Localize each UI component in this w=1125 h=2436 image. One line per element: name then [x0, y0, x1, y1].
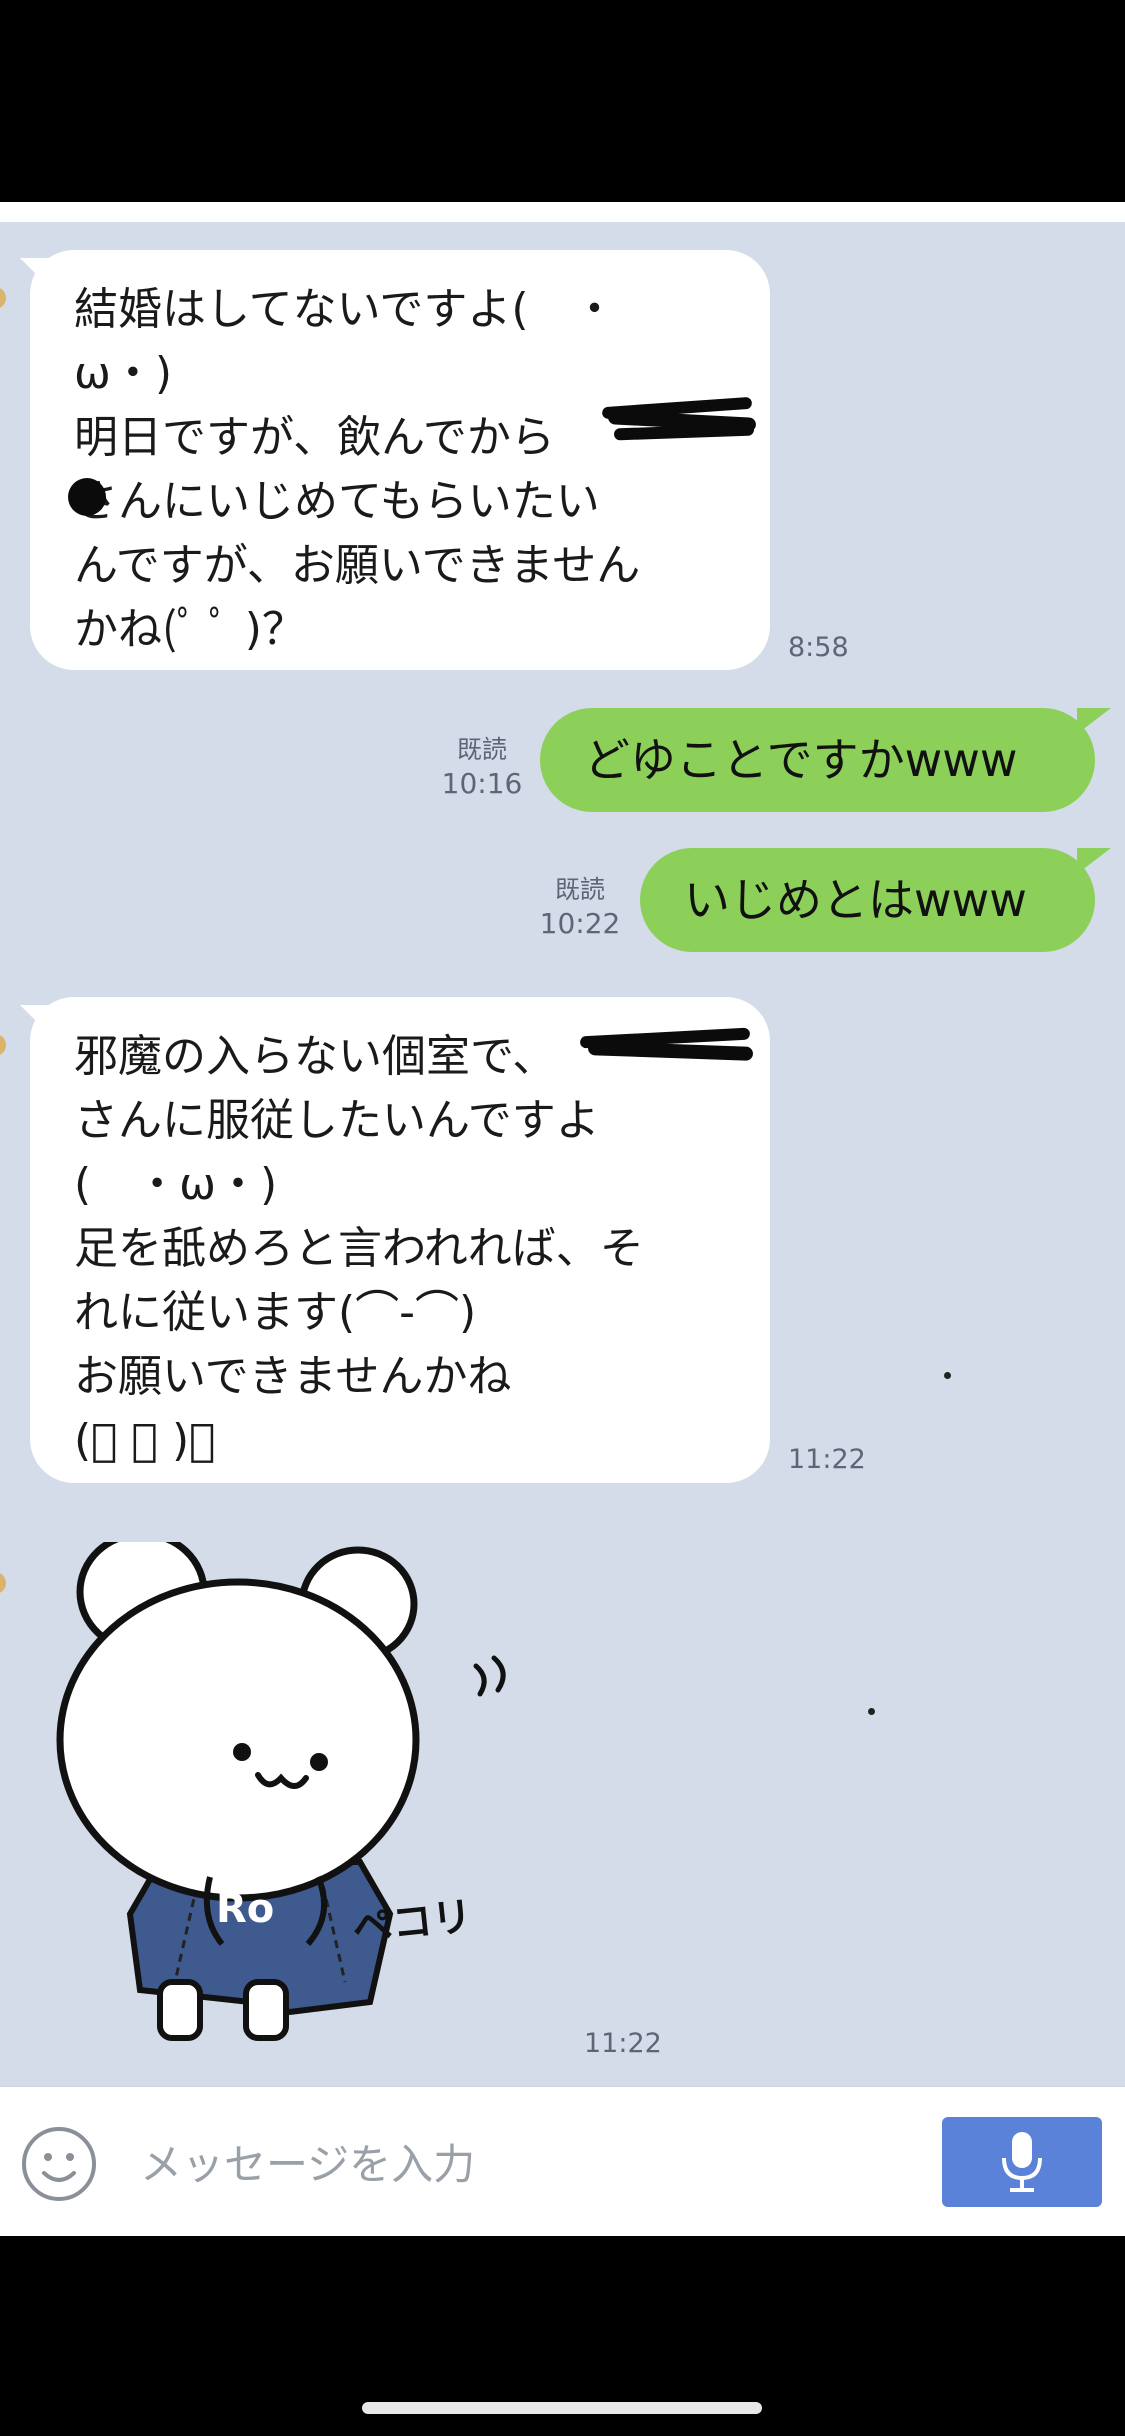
redaction-scribble — [64, 474, 110, 520]
smiley-face-icon[interactable] — [20, 2125, 98, 2203]
message-input[interactable]: メッセージを入力 — [140, 2131, 475, 2192]
voice-input-button[interactable] — [942, 2117, 1102, 2207]
message-bubble-incoming[interactable]: 邪魔の入らない個室で、 さんに服従したいんですよ ( ・ω・) 足を舐めろと言わ… — [20, 997, 770, 1483]
read-receipt: 既読 10:16 — [441, 735, 523, 800]
microphone-icon — [1002, 2132, 1042, 2192]
message-bubble-outgoing[interactable]: どゆことですかwww — [540, 708, 1111, 812]
sender-avatar[interactable] — [0, 1572, 6, 1594]
status-bar-area — [0, 0, 1125, 202]
home-indicator[interactable] — [362, 2402, 762, 2414]
message-time: 8:58 — [788, 632, 849, 663]
message-time: 11:22 — [584, 2028, 662, 2059]
dust-speck — [944, 1372, 951, 1379]
message-bubble-outgoing[interactable]: いじめとはwww — [640, 848, 1111, 952]
header-strip — [0, 202, 1125, 222]
read-receipt: 既読 10:22 — [539, 875, 621, 940]
sender-avatar[interactable] — [0, 287, 6, 309]
chat-area[interactable]: 結婚はしてないですよ( ・ ω・) 明日ですが、飲んでから さんにいじめてもらい… — [0, 222, 1125, 2086]
message-input-bar: メッセージを入力 — [0, 2086, 1125, 2237]
message-time: 11:22 — [788, 1444, 866, 1475]
redaction-scribble — [579, 1027, 760, 1068]
sticker-label: Ro — [216, 1886, 274, 1932]
dust-speck — [868, 1708, 875, 1715]
sender-avatar[interactable] — [0, 1034, 6, 1056]
bear-sticker[interactable]: Ro ペコリ — [50, 1530, 550, 2082]
redaction-scribble — [601, 396, 762, 446]
message-bubble-incoming[interactable]: 結婚はしてないですよ( ・ ω・) 明日ですが、飲んでから さんにいじめてもらい… — [20, 250, 770, 670]
